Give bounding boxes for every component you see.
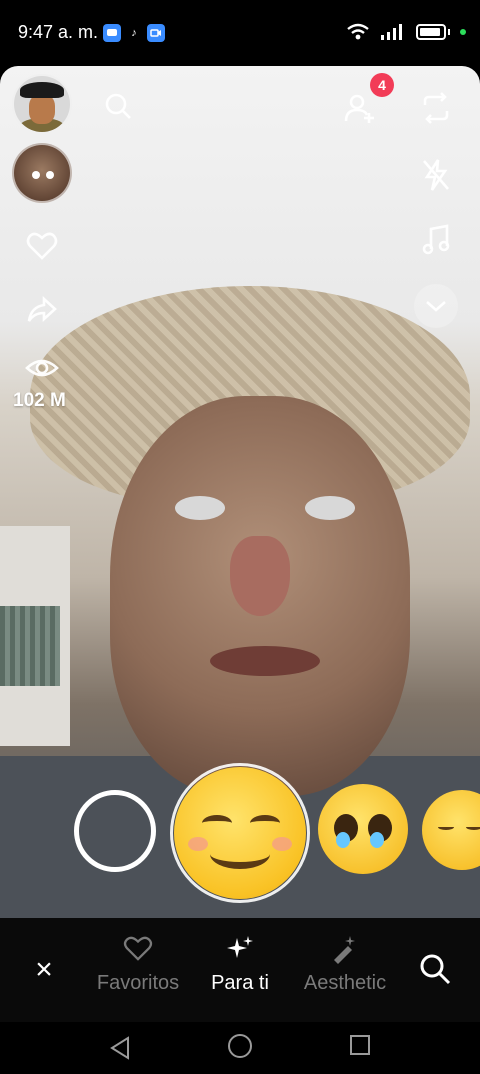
lens-carousel-nav: × Favoritos Para ti Aesthetic bbox=[0, 918, 480, 1022]
heart-icon bbox=[88, 932, 188, 966]
lens-creator-avatar[interactable] bbox=[12, 143, 72, 203]
nose bbox=[230, 536, 290, 616]
views-count: 102 M bbox=[13, 390, 66, 411]
back-icon[interactable] bbox=[108, 1036, 132, 1060]
tab-favoritos[interactable]: Favoritos bbox=[88, 932, 188, 995]
notification-badge: 4 bbox=[370, 73, 394, 97]
left-eye bbox=[175, 496, 225, 520]
heart-icon[interactable] bbox=[22, 226, 62, 266]
lens-pleading-face-icon[interactable] bbox=[318, 784, 408, 874]
signal-icon bbox=[381, 24, 402, 40]
right-eye bbox=[305, 496, 355, 520]
recent-apps-icon[interactable] bbox=[350, 1035, 370, 1055]
share-icon[interactable] bbox=[22, 290, 62, 330]
mouth bbox=[210, 646, 320, 676]
tab-label: Favoritos bbox=[96, 972, 180, 994]
tab-label: Para ti bbox=[211, 972, 269, 994]
lens-selected-smile-icon[interactable] bbox=[170, 763, 310, 903]
close-icon[interactable]: × bbox=[30, 955, 58, 985]
flip-camera-icon[interactable] bbox=[414, 86, 458, 130]
home-icon[interactable] bbox=[228, 1034, 252, 1058]
music-icon[interactable] bbox=[414, 218, 458, 262]
status-bar: 9:47 a. m. ♪ bbox=[0, 0, 480, 66]
capture-button[interactable] bbox=[74, 790, 156, 872]
sparkles-icon bbox=[202, 932, 278, 966]
eye-icon bbox=[20, 348, 64, 388]
status-indicators bbox=[346, 23, 466, 41]
tiktok-app-icon: ♪ bbox=[125, 24, 143, 42]
tab-label: Aesthetic bbox=[303, 972, 387, 994]
chevron-down-icon[interactable] bbox=[414, 284, 458, 328]
charging-indicator bbox=[460, 29, 466, 35]
tab-para-ti[interactable]: Para ti bbox=[202, 932, 278, 995]
wifi-icon bbox=[347, 23, 369, 40]
status-time: 9:47 a. m. bbox=[18, 22, 99, 42]
system-navigation-bar bbox=[0, 1022, 480, 1074]
search-icon[interactable] bbox=[98, 86, 138, 126]
background-window bbox=[0, 606, 60, 686]
status-app-icons: ♪ bbox=[103, 24, 165, 42]
video-app-icon bbox=[147, 24, 165, 42]
profile-avatar[interactable] bbox=[12, 74, 72, 134]
battery-icon bbox=[416, 24, 446, 40]
flash-off-icon[interactable] bbox=[414, 153, 458, 197]
messages-app-icon bbox=[103, 24, 121, 42]
search-icon[interactable] bbox=[418, 952, 454, 988]
magic-wand-icon bbox=[292, 932, 398, 966]
tab-aesthetic[interactable]: Aesthetic bbox=[292, 932, 398, 995]
